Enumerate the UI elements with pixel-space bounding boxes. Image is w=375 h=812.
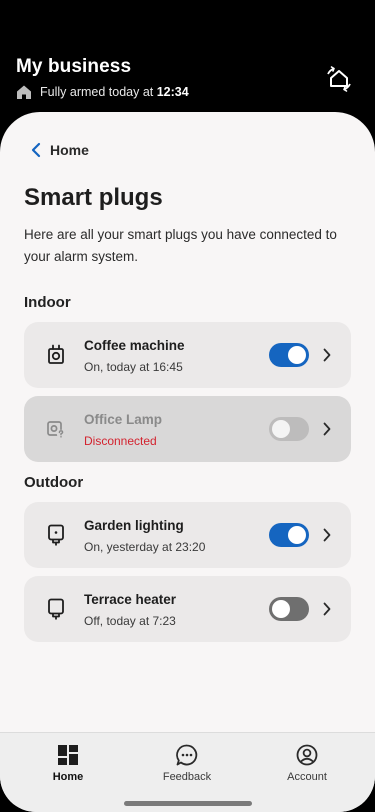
tab-home[interactable]: Home <box>18 743 118 783</box>
house-icon <box>17 85 31 99</box>
back-label: Home <box>50 142 89 158</box>
chevron-right-icon <box>323 348 331 362</box>
chat-bubble-icon <box>176 744 198 766</box>
toggle-knob <box>272 420 290 438</box>
site-title: My business <box>16 56 132 77</box>
home-indicator[interactable] <box>124 801 252 806</box>
power-toggle[interactable] <box>269 597 309 621</box>
back-button[interactable]: Home <box>30 142 89 158</box>
device-status: On, yesterday at 23:20 <box>84 540 206 554</box>
toggle-knob <box>272 600 290 618</box>
device-name: Garden lighting <box>84 518 184 533</box>
device-card-terrace-heater[interactable]: Terrace heater Off, today at 7:23 <box>24 576 351 642</box>
outdoor-plug-icon <box>48 598 64 620</box>
power-toggle[interactable] <box>269 417 309 441</box>
dashboard-icon <box>58 745 78 765</box>
plug-unknown-icon <box>47 421 66 439</box>
tab-label: Home <box>52 771 84 783</box>
section-title-outdoor: Outdoor <box>24 474 84 491</box>
device-status: On, today at 16:45 <box>84 360 183 374</box>
arm-status: Fully armed today at 12:34 <box>16 84 189 100</box>
toggle-knob <box>288 526 306 544</box>
device-card-garden-lighting[interactable]: Garden lighting On, yesterday at 23:20 <box>24 502 351 568</box>
app-screen: My business Fully armed today at 12:34 H… <box>0 0 375 812</box>
switch-site-icon[interactable] <box>325 65 353 93</box>
chevron-right-icon <box>323 602 331 616</box>
tab-feedback[interactable]: Feedback <box>137 743 237 783</box>
toggle-knob <box>288 346 306 364</box>
chevron-right-icon <box>323 422 331 436</box>
power-toggle[interactable] <box>269 343 309 367</box>
section-title-indoor: Indoor <box>24 294 71 311</box>
chevron-right-icon <box>323 528 331 542</box>
device-name: Coffee machine <box>84 338 185 353</box>
page-title: Smart plugs <box>24 184 163 211</box>
tab-label: Account <box>287 771 327 783</box>
outdoor-plug-icon <box>48 524 64 546</box>
arm-status-text: Fully armed today at 12:34 <box>40 85 189 99</box>
content-sheet: Home Smart plugs Here are all your smart… <box>0 112 375 812</box>
power-toggle[interactable] <box>269 523 309 547</box>
device-status: Off, today at 7:23 <box>84 614 176 628</box>
tab-label: Feedback <box>162 771 212 783</box>
chevron-left-icon <box>31 142 41 158</box>
coffee-machine-icon <box>48 344 64 364</box>
device-name: Office Lamp <box>84 412 163 427</box>
device-card-office-lamp[interactable]: Office Lamp Disconnected <box>24 396 351 462</box>
tab-account[interactable]: Account <box>257 743 357 783</box>
bottom-tab-bar: Home Feedback Account <box>0 732 375 812</box>
device-status: Disconnected <box>84 434 157 448</box>
device-card-coffee-machine[interactable]: Coffee machine On, today at 16:45 <box>24 322 351 388</box>
page-description: Here are all your smart plugs you have c… <box>24 227 337 264</box>
device-name: Terrace heater <box>84 592 177 607</box>
user-circle-icon <box>296 744 318 766</box>
